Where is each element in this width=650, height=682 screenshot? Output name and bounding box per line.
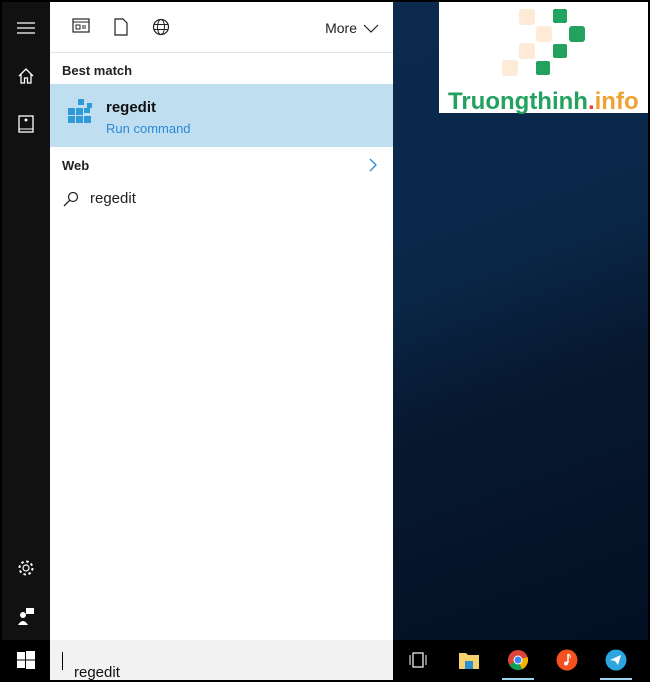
documents-filter-icon[interactable] (114, 18, 134, 38)
web-section[interactable]: Web (50, 147, 393, 181)
web-result-text: regedit (90, 190, 136, 207)
web-header: Web (62, 158, 90, 173)
settings-gear-icon[interactable] (14, 556, 38, 580)
home-icon[interactable] (14, 64, 38, 88)
hamburger-menu-icon[interactable] (14, 16, 38, 40)
start-rail (2, 2, 50, 640)
chrome-active-indicator (502, 678, 534, 680)
logo-mark-icon (502, 9, 585, 76)
chevron-down-icon (363, 24, 379, 33)
search-input[interactable]: regedit (62, 652, 120, 680)
search-box[interactable]: regedit (50, 640, 393, 680)
watermark-logo: Truongthinh.info (439, 2, 648, 115)
web-search-result[interactable]: regedit (50, 184, 393, 214)
more-filters-button[interactable]: More (325, 20, 379, 36)
telegram-active-indicator (600, 678, 632, 680)
result-subtitle: Run command (106, 121, 191, 136)
logo-text: Truongthinh.info (448, 88, 639, 115)
file-explorer-icon[interactable] (454, 646, 484, 674)
filter-bar: More (50, 2, 393, 53)
best-match-result[interactable]: regedit Run command (50, 84, 393, 147)
apps-filter-icon[interactable] (72, 18, 92, 38)
windows-start-icon[interactable] (11, 646, 41, 674)
telegram-icon[interactable] (601, 646, 631, 674)
notebook-icon[interactable] (14, 112, 38, 136)
feedback-icon[interactable] (14, 604, 38, 628)
chrome-icon[interactable] (503, 646, 533, 674)
chevron-right-icon (369, 158, 377, 172)
registry-editor-icon (68, 99, 92, 123)
best-match-header: Best match (62, 63, 133, 78)
web-filter-globe-icon[interactable] (152, 18, 172, 38)
text-caret (62, 652, 63, 670)
music-app-icon[interactable] (552, 646, 582, 674)
result-title: regedit (106, 99, 157, 116)
task-view-icon[interactable] (403, 646, 433, 674)
search-results-panel: More Best match regedit Run command Web … (50, 2, 393, 640)
search-icon (63, 191, 79, 207)
